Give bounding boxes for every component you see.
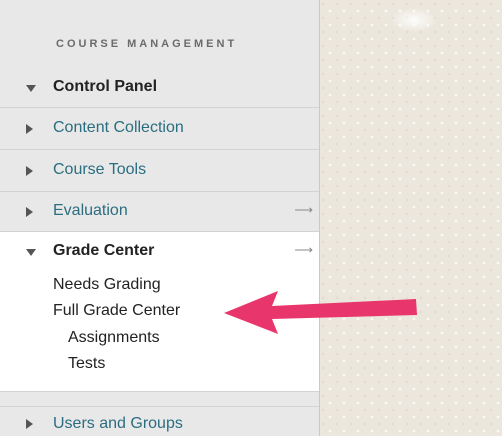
course-management-sidebar: COURSE MANAGEMENT Control Panel Content …	[0, 0, 320, 436]
nav-item-evaluation[interactable]: Evaluation ⟶	[0, 192, 319, 232]
nav-item-content-collection[interactable]: Content Collection	[0, 108, 319, 150]
triangle-right-icon	[26, 207, 33, 217]
triangle-right-icon	[26, 124, 33, 134]
tests-link[interactable]: Tests	[68, 355, 105, 373]
section-title: COURSE MANAGEMENT	[56, 38, 238, 50]
triangle-down-icon	[26, 249, 36, 256]
arrow-right-icon[interactable]: ⟶	[294, 202, 313, 218]
nav-item-label: Content Collection	[53, 119, 184, 136]
triangle-right-icon	[26, 166, 33, 176]
control-panel-label: Control Panel	[53, 78, 158, 95]
triangle-right-icon	[26, 419, 33, 429]
needs-grading-link[interactable]: Needs Grading	[53, 276, 161, 294]
grade-center-header[interactable]: Grade Center ⟶	[0, 232, 319, 272]
screen: COURSE MANAGEMENT Control Panel Content …	[0, 0, 502, 436]
assignments-link[interactable]: Assignments	[68, 329, 160, 347]
control-panel-header[interactable]: Control Panel	[0, 68, 319, 108]
nav-item-label: Course Tools	[53, 161, 147, 178]
pointer-arrow-icon	[224, 291, 417, 334]
nav-item-users-and-groups[interactable]: Users and Groups	[0, 406, 319, 436]
content-area-background	[320, 0, 502, 436]
nav-item-course-tools[interactable]: Course Tools	[0, 150, 319, 192]
nav-item-label: Evaluation	[53, 202, 128, 219]
nav-item-label: Users and Groups	[53, 415, 183, 432]
grade-center-label: Grade Center	[53, 242, 155, 259]
arrow-right-icon[interactable]: ⟶	[294, 242, 313, 258]
triangle-down-icon	[26, 85, 36, 92]
decorative-glow	[390, 8, 438, 32]
full-grade-center-link[interactable]: Full Grade Center	[53, 302, 180, 320]
